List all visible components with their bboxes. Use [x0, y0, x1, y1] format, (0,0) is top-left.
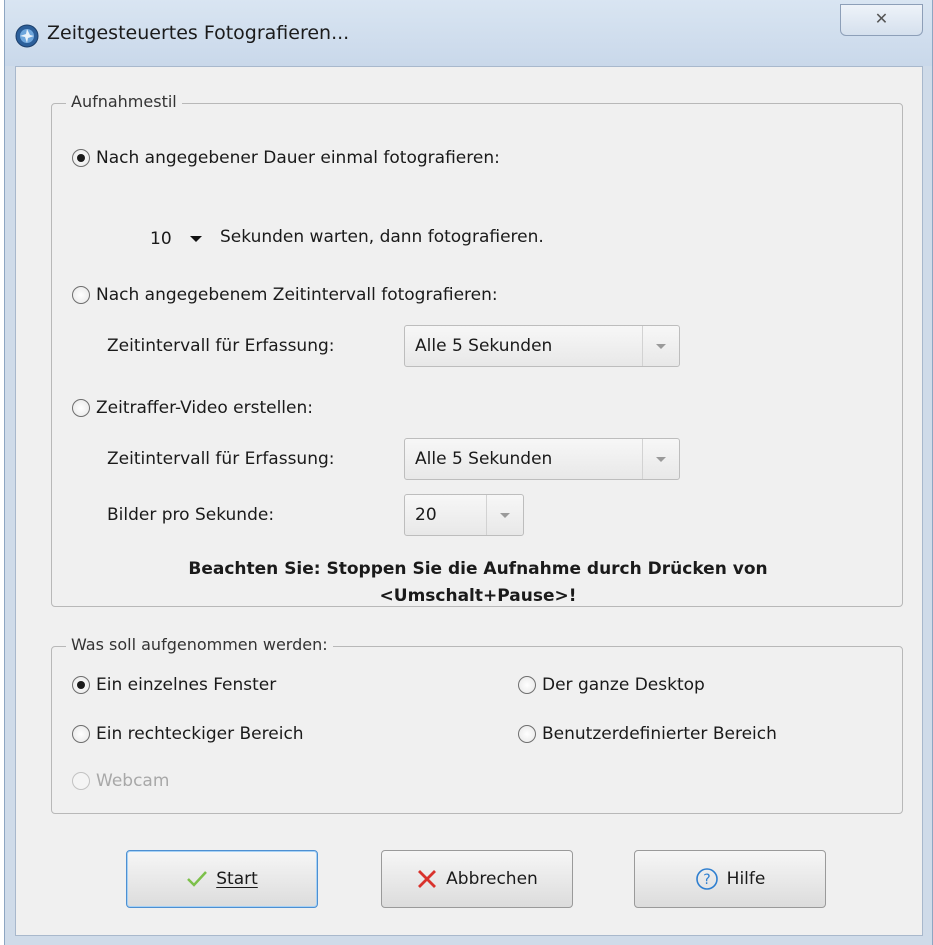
radio-rect-region-label: Ein rechteckiger Bereich	[96, 724, 304, 744]
dialog-window: Zeitgesteuertes Fotografieren... ✕ Aufna…	[4, 0, 933, 945]
radio-custom-region-row[interactable]: Benutzerdefinierter Bereich	[518, 724, 777, 744]
radio-timelapse[interactable]	[72, 399, 90, 417]
seconds-suffix-row: Sekunden warten, dann fotografieren.	[220, 227, 544, 247]
radio-once-row[interactable]: Nach angegebener Dauer einmal fotografie…	[72, 148, 500, 168]
seconds-suffix-label: Sekunden warten, dann fotografieren.	[220, 227, 544, 247]
radio-interval[interactable]	[72, 286, 90, 304]
radio-rect-region[interactable]	[72, 725, 90, 743]
seconds-value: 10	[150, 229, 172, 249]
close-button[interactable]: ✕	[840, 4, 923, 36]
capture-style-group: Aufnahmestil Nach angegebener Dauer einm…	[51, 92, 903, 607]
radio-full-desktop-row[interactable]: Der ganze Desktop	[518, 675, 705, 695]
interval-label: Zeitintervall für Erfassung:	[107, 336, 335, 356]
svg-text:?: ?	[703, 872, 710, 888]
seconds-combo[interactable]: 10	[140, 219, 208, 259]
fps-combo[interactable]: 20	[404, 494, 524, 536]
stop-hint-line1: Beachten Sie: Stoppen Sie die Aufnahme d…	[188, 559, 768, 579]
radio-single-window-row[interactable]: Ein einzelnes Fenster	[72, 675, 276, 695]
fps-combo-value: 20	[415, 505, 437, 525]
stop-hint-line2: <Umschalt+Pause>!	[379, 586, 577, 606]
capture-target-group: Was soll aufgenommen werden: Ein einzeln…	[51, 635, 903, 814]
radio-rect-region-row[interactable]: Ein rechteckiger Bereich	[72, 724, 304, 744]
interval-combo-dropdown[interactable]	[642, 326, 679, 366]
window-title: Zeitgesteuertes Fotografieren...	[47, 22, 350, 44]
cancel-button[interactable]: Abbrechen	[381, 850, 573, 908]
radio-timelapse-row[interactable]: Zeitraffer-Video erstellen:	[72, 398, 313, 418]
timelapse-interval-label: Zeitintervall für Erfassung:	[107, 449, 335, 469]
timelapse-interval-combo-value: Alle 5 Sekunden	[415, 449, 553, 469]
interval-label-row: Zeitintervall für Erfassung:	[107, 336, 335, 356]
timelapse-interval-combo-dropdown[interactable]	[642, 439, 679, 479]
checkmark-icon	[186, 870, 208, 888]
cancel-button-label: Abbrechen	[446, 869, 538, 889]
chevron-down-icon	[190, 236, 202, 242]
camera-shutter-icon	[15, 24, 39, 48]
start-button-label: Start	[216, 869, 258, 889]
radio-timelapse-label: Zeitraffer-Video erstellen:	[96, 398, 313, 418]
radio-once-label: Nach angegebener Dauer einmal fotografie…	[96, 148, 500, 168]
radio-webcam-label: Webcam	[96, 771, 170, 791]
help-button-label: Hilfe	[726, 869, 766, 889]
x-icon	[416, 868, 438, 890]
capture-style-group-label: Aufnahmestil	[66, 92, 182, 111]
fps-label-row: Bilder pro Sekunde:	[107, 505, 274, 525]
interval-combo[interactable]: Alle 5 Sekunden	[404, 325, 680, 367]
fps-label: Bilder pro Sekunde:	[107, 505, 275, 525]
question-circle-icon: ?	[695, 867, 719, 891]
radio-custom-region-label: Benutzerdefinierter Bereich	[542, 724, 777, 744]
chevron-down-icon	[656, 343, 666, 349]
radio-single-window-label: Ein einzelnes Fenster	[96, 675, 277, 695]
radio-once[interactable]	[72, 149, 90, 167]
close-icon: ✕	[874, 9, 889, 28]
chevron-down-icon	[656, 456, 666, 462]
radio-single-window[interactable]	[72, 676, 90, 694]
dialog-content: Aufnahmestil Nach angegebener Dauer einm…	[15, 66, 923, 936]
radio-webcam-row: Webcam	[72, 771, 169, 791]
timelapse-interval-combo[interactable]: Alle 5 Sekunden	[404, 438, 680, 480]
timelapse-interval-label-row: Zeitintervall für Erfassung:	[107, 449, 335, 469]
title-bar[interactable]: Zeitgesteuertes Fotografieren... ✕	[5, 0, 932, 66]
radio-interval-row[interactable]: Nach angegebenem Zeitintervall fotografi…	[72, 285, 498, 305]
radio-interval-label: Nach angegebenem Zeitintervall fotografi…	[96, 285, 498, 305]
start-button[interactable]: Start	[126, 850, 318, 908]
chevron-down-icon	[500, 512, 510, 518]
fps-combo-dropdown[interactable]	[486, 495, 523, 535]
radio-webcam	[72, 772, 90, 790]
radio-full-desktop[interactable]	[518, 676, 536, 694]
radio-full-desktop-label: Der ganze Desktop	[542, 675, 705, 695]
interval-combo-value: Alle 5 Sekunden	[415, 336, 553, 356]
capture-target-group-label: Was soll aufgenommen werden:	[66, 635, 333, 654]
help-button[interactable]: ? Hilfe	[634, 850, 826, 908]
radio-custom-region[interactable]	[518, 725, 536, 743]
